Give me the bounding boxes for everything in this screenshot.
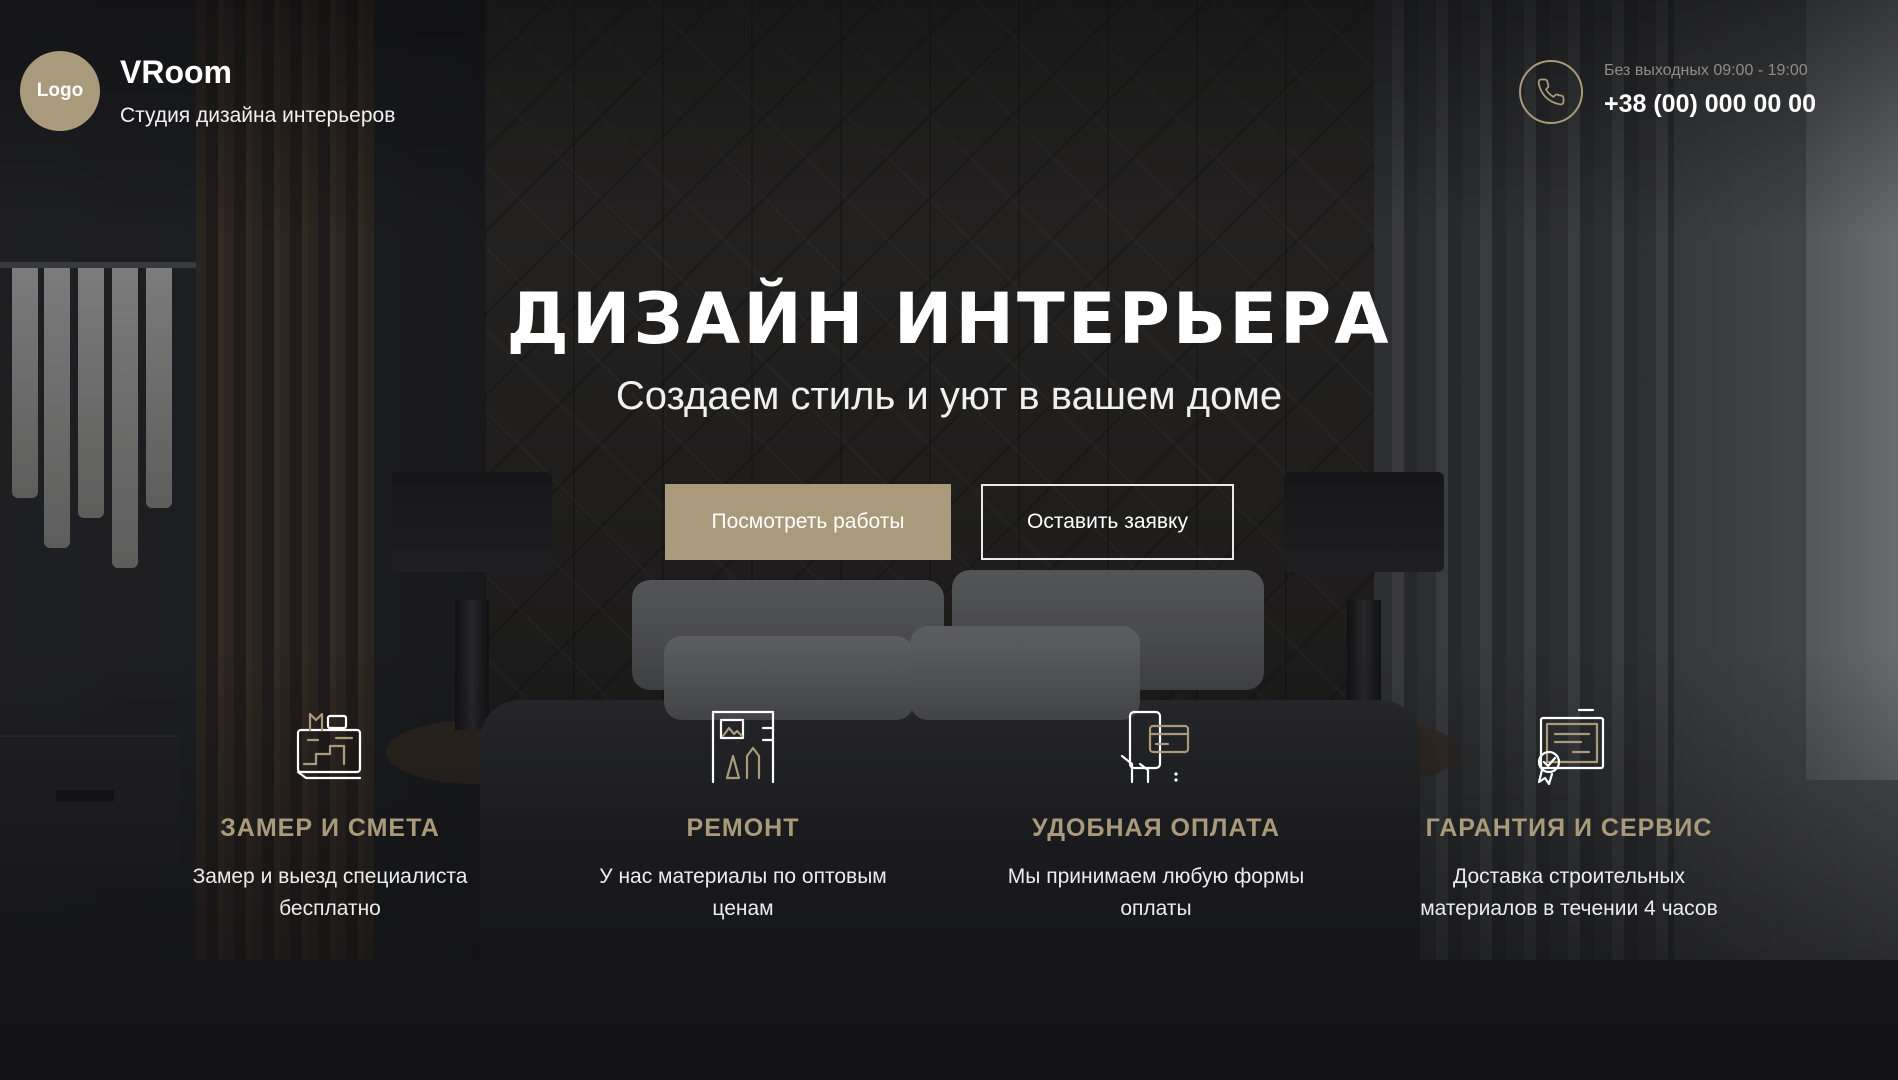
feature-title: УДОБНАЯ ОПЛАТА — [1031, 814, 1281, 842]
feature-measurement: ЗАМЕР И СМЕТА Замер и выезд специалиста … — [140, 706, 520, 925]
phone-button[interactable] — [1519, 60, 1583, 124]
brand-name: VRoom — [120, 54, 232, 90]
hero-subtitle: Создаем стиль и уют в вашем доме — [615, 374, 1283, 418]
feature-text-line: оплаты — [1120, 897, 1192, 920]
feature-renovation: РЕМОНТ У нас материалы по оптовым ценам — [553, 706, 933, 925]
feature-payment: УДОБНАЯ ОПЛАТА Мы принимаем любую формы … — [966, 706, 1346, 925]
design-tools-icon — [711, 710, 775, 784]
feature-text-line: У нас материалы по оптовым — [599, 865, 887, 888]
view-works-button[interactable]: Посмотреть работы — [665, 484, 951, 560]
working-hours: Без выходных 09:00 - 19:00 — [1604, 62, 1808, 79]
feature-warranty: ГАРАНТИЯ И СЕРВИС Доставка строительных … — [1379, 706, 1759, 925]
brand-tagline: Студия дизайна интерьеров — [120, 104, 396, 127]
feature-title: ЗАМЕР И СМЕТА — [220, 814, 440, 842]
phone-number[interactable]: +38 (00) 000 00 00 — [1604, 90, 1816, 119]
feature-text: Замер и выезд специалиста бесплатно — [140, 861, 520, 925]
hero-title: ДИЗАЙН ИНТЕРЬЕРА — [506, 278, 1392, 360]
logo[interactable]: Logo — [20, 51, 100, 131]
feature-text: Доставка строительных материалов в течен… — [1379, 861, 1759, 925]
feature-text-line: материалов в течении 4 часов — [1420, 897, 1718, 920]
leave-request-button[interactable]: Оставить заявку — [981, 484, 1234, 560]
feature-title: РЕМОНТ — [686, 814, 800, 842]
feature-title: ГАРАНТИЯ И СЕРВИС — [1425, 814, 1713, 842]
certificate-icon — [1537, 708, 1605, 786]
feature-text-line: Замер и выезд специалиста — [192, 865, 468, 888]
feature-text: У нас материалы по оптовым ценам — [553, 861, 933, 925]
feature-text-line: Мы принимаем любую формы — [1007, 865, 1305, 888]
card-payment-icon — [1120, 710, 1190, 784]
blueprint-icon — [296, 712, 362, 780]
feature-text-line: ценам — [712, 897, 774, 920]
feature-text-line: бесплатно — [279, 897, 381, 920]
feature-text: Мы принимаем любую формы оплаты — [966, 861, 1346, 925]
feature-text-line: Доставка строительных — [1453, 865, 1685, 888]
phone-icon — [1537, 78, 1565, 106]
